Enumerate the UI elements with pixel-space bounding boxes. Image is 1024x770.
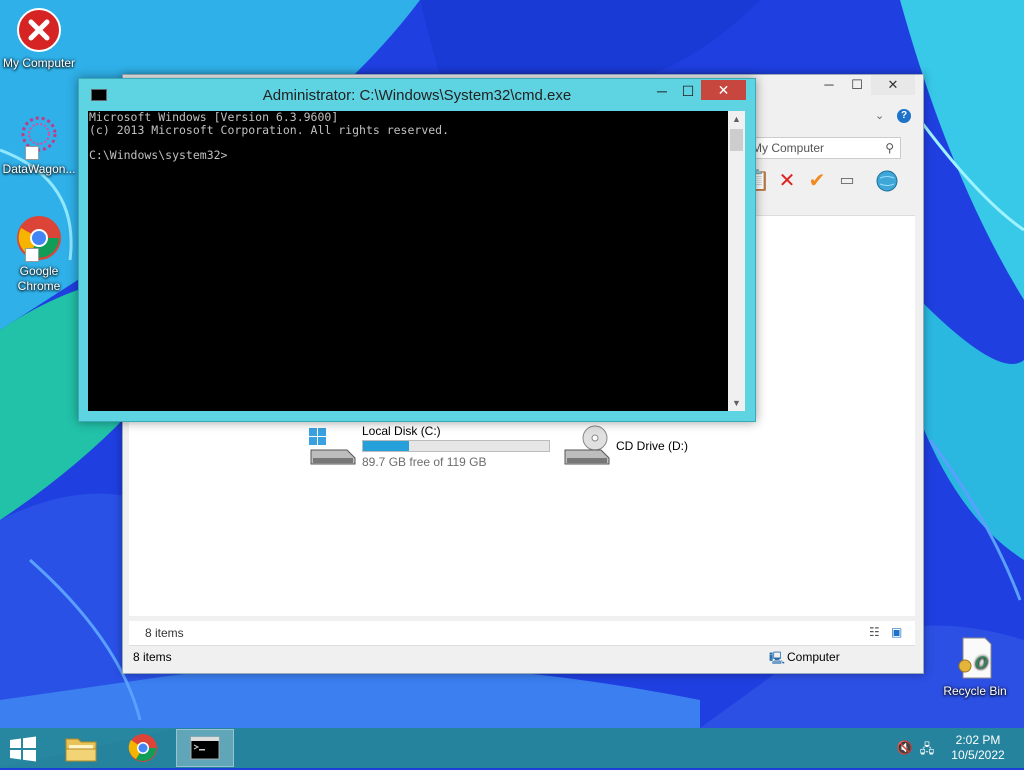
cmd-window[interactable]: Administrator: C:\Windows\System32\cmd.e… bbox=[78, 78, 756, 422]
drive-free-space: 89.7 GB free of 119 GB bbox=[362, 455, 487, 469]
console-prompt: C:\Windows\system32> bbox=[89, 147, 228, 162]
desktop-icon-label: Recycle Bin bbox=[943, 684, 1007, 698]
certificate-icon: o bbox=[951, 634, 999, 682]
drive-usage-bar bbox=[362, 440, 550, 452]
scroll-down-icon[interactable]: ▼ bbox=[728, 395, 745, 411]
svg-text:o: o bbox=[975, 649, 988, 674]
desktop-icon-recycle-bin[interactable]: o Recycle Bin bbox=[935, 634, 1015, 699]
taskbar-cmd[interactable] bbox=[176, 729, 234, 767]
start-button[interactable] bbox=[8, 736, 40, 762]
drive-name: CD Drive (D:) bbox=[616, 439, 688, 453]
cmd-maximize-button[interactable]: ☐ bbox=[675, 81, 701, 101]
chevron-down-icon[interactable]: ⌄ bbox=[875, 109, 884, 122]
details-view-icon[interactable]: ☷ bbox=[869, 625, 880, 639]
hard-drive-icon bbox=[309, 428, 356, 465]
drive-local-disk-c[interactable]: Local Disk (C:) 89.7 GB free of 119 GB bbox=[307, 424, 557, 474]
scroll-up-icon[interactable]: ▲ bbox=[728, 111, 745, 127]
search-input[interactable]: My Computer ⚲ bbox=[745, 137, 901, 159]
network-icon[interactable]: 🖧 bbox=[918, 740, 936, 756]
explorer-maximize-button[interactable]: ☐ bbox=[843, 75, 871, 95]
cmd-minimize-button[interactable]: ─ bbox=[649, 81, 675, 101]
search-placeholder: My Computer bbox=[752, 141, 825, 155]
clock-time: 2:02 PM bbox=[955, 733, 1001, 747]
taskbar: 🔇 🖧 2:02 PM 10/5/2022 bbox=[0, 728, 1024, 768]
datawagon-icon bbox=[15, 112, 63, 160]
taskbar-clock[interactable]: 2:02 PM 10/5/2022 bbox=[940, 733, 1016, 763]
cmd-scrollbar[interactable]: ▲ ▼ bbox=[728, 111, 745, 411]
desktop-icon-label: My Computer bbox=[2, 56, 76, 70]
large-icons-view-icon[interactable]: ▣ bbox=[891, 625, 902, 639]
item-count: 8 items bbox=[145, 626, 184, 640]
cmd-titlebar[interactable]: Administrator: C:\Windows\System32\cmd.e… bbox=[79, 79, 755, 109]
drive-usage-fill bbox=[363, 441, 409, 451]
chrome-icon bbox=[15, 214, 63, 262]
console-line: (c) 2013 Microsoft Corporation. All righ… bbox=[89, 122, 450, 137]
cmd-console-output[interactable]: Microsoft Windows [Version 6.3.9600] (c)… bbox=[88, 111, 728, 411]
status-location: Computer bbox=[787, 650, 840, 664]
computer-icon: 🖳 bbox=[769, 651, 786, 665]
shortcut-arrow-icon bbox=[25, 146, 39, 160]
explorer-toolbar: 📋 ✕ ✔ ▭ bbox=[745, 167, 917, 195]
shortcut-arrow-icon bbox=[25, 248, 39, 262]
taskbar-chrome[interactable] bbox=[114, 729, 172, 767]
explorer-minimize-button[interactable]: ─ bbox=[815, 75, 843, 95]
windows-logo-icon bbox=[10, 736, 36, 762]
explorer-close-button[interactable]: ✕ bbox=[871, 75, 915, 95]
status-item-count: 8 items bbox=[133, 650, 172, 664]
taskbar-file-explorer[interactable] bbox=[52, 729, 110, 767]
folder-icon bbox=[65, 738, 97, 762]
drive-cd-d[interactable]: CD Drive (D:) bbox=[561, 424, 721, 474]
clock-date: 10/5/2022 bbox=[951, 748, 1005, 762]
explorer-status-bar: 8 items 🖳 Computer bbox=[129, 645, 915, 668]
desktop-icon-datawagon[interactable]: DataWagon... bbox=[0, 112, 79, 177]
desktop-icon-label: Google Chrome bbox=[17, 264, 61, 293]
checkmark-icon[interactable]: ✔ bbox=[805, 169, 829, 193]
desktop-icon-my-computer[interactable]: My Computer bbox=[0, 6, 79, 71]
desktop-icon-label: DataWagon... bbox=[2, 162, 76, 176]
terminal-icon bbox=[190, 736, 220, 760]
cmd-close-button[interactable]: ✕ bbox=[701, 80, 746, 100]
delete-icon[interactable]: ✕ bbox=[775, 169, 799, 193]
scroll-thumb[interactable] bbox=[730, 129, 743, 151]
drive-name: Local Disk (C:) bbox=[362, 424, 441, 438]
desktop-icon-google-chrome[interactable]: Google Chrome bbox=[0, 214, 79, 294]
properties-icon[interactable]: ▭ bbox=[835, 169, 859, 193]
help-icon[interactable]: ? bbox=[897, 109, 911, 123]
chrome-icon bbox=[128, 734, 157, 762]
search-icon: ⚲ bbox=[885, 141, 894, 155]
console-line: Microsoft Windows [Version 6.3.9600] bbox=[89, 110, 339, 124]
cd-drive-icon bbox=[564, 425, 610, 465]
explorer-status-inner: 8 items ☷ ▣ bbox=[129, 621, 915, 645]
globe-icon[interactable] bbox=[875, 169, 899, 193]
speaker-muted-icon[interactable]: 🔇 bbox=[896, 740, 914, 756]
error-x-icon bbox=[15, 6, 63, 54]
